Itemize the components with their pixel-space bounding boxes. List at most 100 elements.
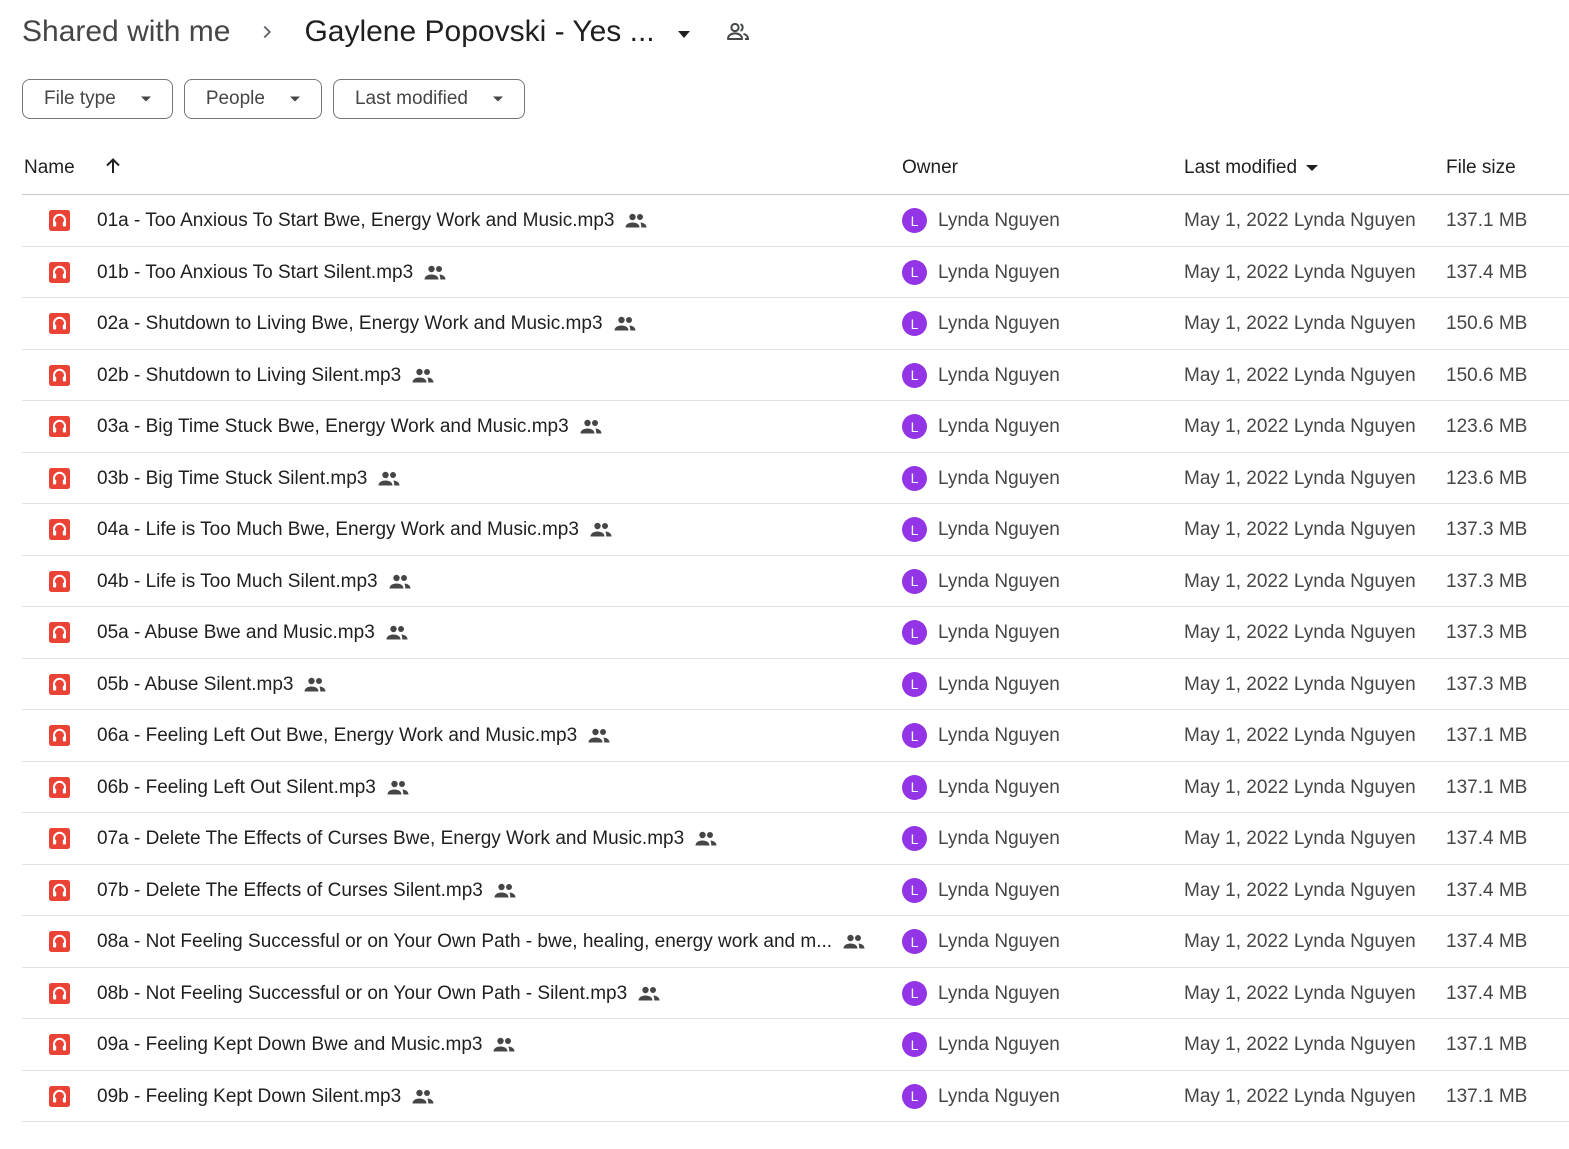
column-header-owner[interactable]: Owner — [902, 157, 958, 179]
avatar: L — [902, 208, 927, 233]
table-row[interactable]: 03a - Big Time Stuck Bwe, Energy Work an… — [22, 401, 1569, 453]
table-row[interactable]: 07a - Delete The Effects of Curses Bwe, … — [22, 813, 1569, 865]
people-icon — [843, 934, 865, 949]
table-row[interactable]: 04a - Life is Too Much Bwe, Energy Work … — [22, 504, 1569, 556]
file-name-cell: 08b - Not Feeling Successful or on Your … — [97, 983, 661, 1005]
avatar: L — [902, 671, 927, 697]
table-row[interactable]: 01b - Too Anxious To Start Silent.mp3 L … — [22, 247, 1569, 298]
file-name: 07a - Delete The Effects of Curses Bwe, … — [97, 828, 685, 849]
file-size: 137.1 MB — [1446, 725, 1528, 746]
file-name: 01a - Too Anxious To Start Bwe, Energy W… — [97, 210, 615, 231]
last-modified: May 1, 2022 Lynda Nguyen — [1184, 828, 1416, 849]
table-header: Name Owner Last modified File size — [22, 142, 1569, 195]
people-icon — [386, 625, 408, 640]
caret-down-icon — [1306, 165, 1319, 171]
filter-label: File type — [44, 88, 116, 109]
table-row[interactable]: 01a - Too Anxious To Start Bwe, Energy W… — [22, 195, 1569, 247]
table-body: 01a - Too Anxious To Start Bwe, Energy W… — [22, 195, 1569, 1122]
people-icon — [494, 883, 516, 897]
file-size: 137.4 MB — [1446, 982, 1528, 1004]
owner-name: Lynda Nguyen — [938, 570, 1060, 592]
audio-headphones-icon — [49, 673, 70, 695]
owner-name: Lynda Nguyen — [938, 982, 1060, 1004]
column-header-file-size[interactable]: File size — [1446, 157, 1516, 179]
last-modified: May 1, 2022 Lynda Nguyen — [1184, 364, 1416, 386]
last-modified: May 1, 2022 Lynda Nguyen — [1184, 313, 1416, 334]
avatar: L — [902, 929, 927, 954]
audio-headphones-icon — [49, 622, 70, 643]
caret-down-icon — [289, 96, 300, 102]
people-icon — [695, 831, 717, 846]
file-name-cell: 02b - Shutdown to Living Silent.mp3 — [97, 365, 435, 387]
file-name-cell: 01b - Too Anxious To Start Silent.mp3 — [97, 262, 447, 284]
audio-headphones-icon — [49, 519, 70, 540]
breadcrumb-root-shared-with-me[interactable]: Shared with me — [22, 15, 230, 49]
owner-name: Lynda Nguyen — [938, 261, 1060, 283]
filter-last-modified[interactable]: Last modified — [332, 79, 525, 119]
table-row[interactable]: 06a - Feeling Left Out Bwe, Energy Work … — [22, 710, 1569, 762]
file-name-cell: 01a - Too Anxious To Start Bwe, Energy W… — [97, 210, 648, 232]
people-icon — [625, 213, 647, 228]
table-row[interactable]: 02b - Shutdown to Living Silent.mp3 L Ly… — [22, 350, 1569, 401]
table-row[interactable]: 08b - Not Feeling Successful or on Your … — [22, 968, 1569, 1019]
file-name: 02b - Shutdown to Living Silent.mp3 — [97, 364, 402, 386]
people-icon — [590, 522, 612, 537]
file-size: 137.4 MB — [1446, 828, 1528, 849]
file-size: 150.6 MB — [1446, 313, 1528, 334]
arrow-up-icon[interactable] — [102, 155, 124, 177]
table-row[interactable]: 06b - Feeling Left Out Silent.mp3 L Lynd… — [22, 762, 1569, 813]
column-header-name[interactable]: Name — [24, 157, 75, 179]
breadcrumb-current-folder[interactable]: Gaylene Popovski - Yes ... — [304, 15, 654, 49]
file-name-cell: 03a - Big Time Stuck Bwe, Energy Work an… — [97, 416, 603, 438]
people-icon — [389, 574, 411, 588]
filter-file-type[interactable]: File type — [22, 79, 173, 119]
caret-down-icon[interactable] — [677, 27, 691, 41]
filter-bar: File type People Last modified — [22, 79, 525, 119]
people-icon — [614, 316, 636, 331]
audio-headphones-icon — [49, 364, 70, 386]
table-row[interactable]: 09b - Feeling Kept Down Silent.mp3 L Lyn… — [22, 1071, 1569, 1122]
owner-name: Lynda Nguyen — [938, 364, 1060, 386]
people-icon — [424, 265, 446, 279]
owner-name: Lynda Nguyen — [938, 313, 1060, 334]
avatar: L — [902, 774, 927, 800]
file-size: 137.4 MB — [1446, 879, 1528, 901]
last-modified: May 1, 2022 Lynda Nguyen — [1184, 622, 1416, 643]
audio-headphones-icon — [49, 1034, 70, 1055]
avatar: L — [902, 826, 927, 851]
people-icon — [304, 677, 326, 691]
table-row[interactable]: 08a - Not Feeling Successful or on Your … — [22, 916, 1569, 968]
table-row[interactable]: 09a - Feeling Kept Down Bwe and Music.mp… — [22, 1019, 1569, 1071]
table-row[interactable]: 07b - Delete The Effects of Curses Silen… — [22, 865, 1569, 916]
last-modified: May 1, 2022 Lynda Nguyen — [1184, 519, 1416, 540]
owner-name: Lynda Nguyen — [938, 931, 1060, 952]
avatar: L — [902, 259, 927, 285]
breadcrumb: Shared with me Gaylene Popovski - Yes ..… — [22, 10, 751, 54]
file-name: 06b - Feeling Left Out Silent.mp3 — [97, 776, 376, 798]
table-row[interactable]: 03b - Big Time Stuck Silent.mp3 L Lynda … — [22, 453, 1569, 504]
chevron-right-icon — [264, 25, 272, 39]
file-name: 05a - Abuse Bwe and Music.mp3 — [97, 622, 375, 643]
table-row[interactable]: 05a - Abuse Bwe and Music.mp3 L Lynda Ng… — [22, 607, 1569, 659]
audio-headphones-icon — [49, 570, 70, 592]
filter-label: Last modified — [354, 88, 468, 109]
people-icon — [493, 1037, 515, 1052]
avatar: L — [902, 620, 927, 645]
last-modified: May 1, 2022 Lynda Nguyen — [1184, 467, 1416, 489]
audio-headphones-icon — [49, 828, 70, 849]
last-modified: May 1, 2022 Lynda Nguyen — [1184, 931, 1416, 952]
file-name-cell: 05b - Abuse Silent.mp3 — [97, 674, 327, 696]
people-icon — [588, 728, 610, 743]
owner-name: Lynda Nguyen — [938, 725, 1060, 746]
file-name-cell: 07a - Delete The Effects of Curses Bwe, … — [97, 828, 718, 850]
avatar: L — [902, 414, 927, 439]
table-row[interactable]: 04b - Life is Too Much Silent.mp3 L Lynd… — [22, 556, 1569, 607]
filter-people[interactable]: People — [183, 79, 322, 119]
table-row[interactable]: 05b - Abuse Silent.mp3 L Lynda Nguyen Ma… — [22, 659, 1569, 710]
file-size: 137.1 MB — [1446, 1085, 1528, 1107]
people-outline-icon[interactable] — [725, 19, 751, 45]
column-header-last-modified[interactable]: Last modified — [1184, 157, 1319, 179]
file-name: 01b - Too Anxious To Start Silent.mp3 — [97, 261, 414, 283]
owner-name: Lynda Nguyen — [938, 776, 1060, 798]
table-row[interactable]: 02a - Shutdown to Living Bwe, Energy Wor… — [22, 298, 1569, 350]
